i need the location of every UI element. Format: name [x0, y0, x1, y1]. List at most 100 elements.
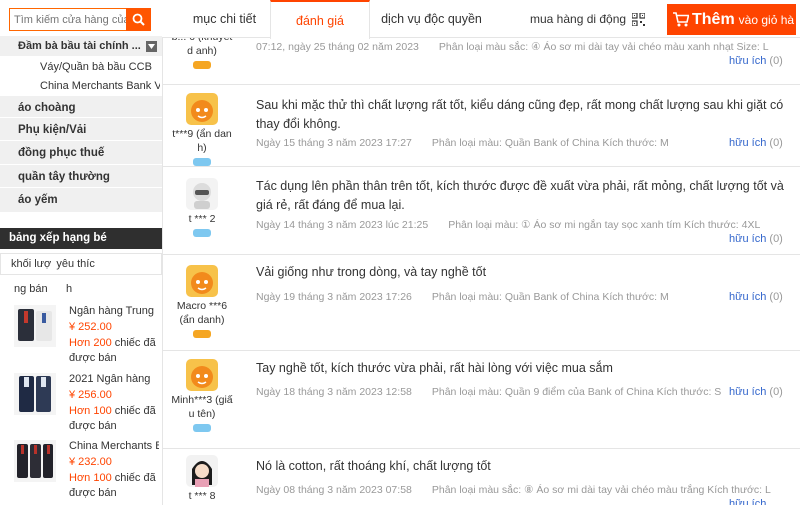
add-to-cart-button[interactable]: Thêm vào giỏ hà — [667, 4, 796, 35]
user-avatar — [186, 359, 218, 391]
review-user: t *** 8 — [171, 455, 233, 503]
product-thumbnail[interactable] — [14, 440, 56, 482]
user-level-badge — [193, 61, 211, 69]
shop-search — [9, 8, 151, 31]
user-avatar — [186, 93, 218, 125]
add-to-cart-label: Thêm — [692, 10, 735, 28]
product-name[interactable]: Ngân hàng Trung — [69, 305, 159, 317]
review-username: Minh***3 (giấu tên) — [171, 394, 233, 420]
product-price: ¥ 256.00 — [69, 389, 112, 401]
product-name[interactable]: China Merchants B — [69, 440, 159, 452]
ranking-item[interactable]: 2021 Ngân hàng ¥ 256.00 Hơn 100 chiếc đã… — [0, 373, 162, 437]
tab-exclusive-service[interactable]: dịch vụ độc quyền — [374, 0, 489, 38]
review-meta: Ngày 08 tháng 3 năm 2023 07:58 Phân loại … — [256, 484, 776, 496]
review-meta: Ngày 18 tháng 3 năm 2023 12:58 Phân loại … — [256, 386, 776, 398]
review-variant: Phân loại màu: Quần Bank of China Kích t… — [431, 137, 669, 149]
mobile-purchase-label: mua hàng di động — [530, 12, 627, 26]
review-username: t***9 (ẩn danh) — [172, 128, 232, 154]
review-text: Vải giống như trong dòng, và tay nghề tố… — [256, 265, 487, 279]
ranking-tab-sales[interactable]: khối lượ — [11, 258, 51, 270]
sales-count: Hơn 100 — [69, 472, 112, 484]
review-meta: Ngày 15 tháng 3 năm 2023 17:27 Phân loại … — [256, 137, 776, 149]
product-price: ¥ 252.00 — [69, 321, 112, 333]
user-level-badge — [193, 229, 211, 237]
ranking-col-fav: h — [66, 283, 73, 295]
shop-search-input[interactable] — [10, 9, 126, 30]
category-header[interactable]: Đầm bà bầu tài chính ... — [0, 36, 162, 56]
review-variant: Phân loại màu: Quần Bank of China Kích t… — [431, 291, 669, 303]
user-avatar — [186, 455, 218, 487]
review-date: Ngày 08 tháng 3 năm 2023 07:58 — [256, 484, 412, 496]
review-date: Ngày 19 tháng 3 năm 2023 17:26 — [256, 291, 412, 303]
user-avatar — [186, 265, 218, 297]
review-text: Sau khi mặc thử thì chất lượng rất tốt, … — [256, 98, 784, 131]
product-price: ¥ 232.00 — [69, 456, 112, 468]
ranking-title: bảng xếp hạng bé — [0, 228, 162, 249]
category-subitem[interactable]: Váy/Quần bà bầu CCB — [40, 61, 160, 73]
useful-button[interactable]: hữu ích (0) — [729, 233, 783, 245]
review-username: t *** 8 — [188, 490, 216, 502]
sales-count: Hơn 100 — [69, 405, 112, 417]
product-sales: Hơn 200 chiếc đã được bán — [69, 336, 159, 366]
ranking-item[interactable]: Ngân hàng Trung ¥ 252.00 Hơn 200 chiếc đ… — [0, 305, 162, 369]
useful-button[interactable]: hữu ích (0) — [729, 291, 783, 303]
category-item[interactable]: Phụ kiện/Vải — [0, 117, 162, 142]
user-avatar — [186, 178, 218, 210]
review-item: t *** 2 Tác dụng lên phần thân trên tốt,… — [163, 166, 800, 254]
useful-button[interactable]: hữu ích (0) — [729, 55, 783, 67]
mobile-purchase[interactable]: mua hàng di động — [530, 0, 646, 38]
review-text: Nó là cotton, rất thoáng khí, chất lượng… — [256, 459, 491, 473]
chevron-down-icon[interactable] — [146, 40, 157, 52]
ranking-tabs: khối lượ yêu thíc — [0, 253, 162, 275]
review-meta: Ngày 19 tháng 3 năm 2023 17:26 Phân loại … — [256, 291, 776, 303]
user-level-badge — [193, 330, 211, 338]
product-thumbnail[interactable] — [14, 305, 56, 347]
product-sales: Hơn 100 chiếc đã được bán — [69, 471, 159, 501]
review-item: t *** 8 Nó là cotton, rất thoáng khí, ch… — [163, 448, 800, 505]
search-icon — [132, 13, 145, 26]
category-subitem[interactable]: China Merchants Bank Vá... — [40, 80, 160, 92]
user-level-badge — [193, 424, 211, 432]
product-name[interactable]: 2021 Ngân hàng — [69, 373, 159, 385]
review-meta: Ngày 14 tháng 3 năm 2023 lúc 21:25 Phân l… — [256, 219, 776, 231]
review-user: Macro ***6 (ẩn danh) — [171, 265, 233, 338]
category-item[interactable]: quần tây thường — [0, 164, 162, 189]
sales-count: Hơn 200 — [69, 337, 112, 349]
tab-reviews[interactable]: đánh giá — [270, 0, 370, 39]
cart-icon — [673, 12, 689, 27]
review-user: t***9 (ẩn danh) — [171, 93, 233, 166]
review-variant: Phân loại màu sắc: ⑧ Áo sơ mi dài tay vả… — [431, 484, 771, 496]
product-sales: Hơn 100 chiếc đã được bán — [69, 404, 159, 434]
review-variant: Phân loại màu sắc: ④ Áo sơ mi dài tay vả… — [438, 41, 769, 53]
review-item: t***9 (ẩn danh) Sau khi mặc thử thì chất… — [163, 84, 800, 166]
review-variant: Phân loại màu: ① Áo sơ mi ngắn tay sọc x… — [448, 219, 761, 231]
shop-sidebar: Đầm bà bầu tài chính ... Váy/Quần bà bầu… — [0, 0, 162, 505]
useful-button[interactable]: hữu ích (0) — [729, 386, 783, 398]
review-variant: Phân loại màu: Quần 9 điểm của Bank of C… — [431, 386, 722, 398]
review-date: Ngày 18 tháng 3 năm 2023 12:58 — [256, 386, 412, 398]
review-user: t *** 2 — [171, 178, 233, 237]
review-user: Minh***3 (giấu tên) — [171, 359, 233, 432]
search-button[interactable] — [126, 8, 151, 31]
review-date: 07:12, ngày 25 tháng 02 năm 2023 — [256, 41, 419, 53]
qr-code-icon — [632, 12, 646, 26]
review-text: Tay nghề tốt, kích thước vừa phải, rất h… — [256, 361, 613, 375]
review-username: t *** 2 — [188, 213, 216, 225]
category-header-label: Đầm bà bầu tài chính ... — [18, 40, 141, 52]
category-item[interactable]: đồng phục thuế — [0, 140, 162, 165]
review-text: Tác dụng lên phần thân trên tốt, kích th… — [256, 179, 784, 212]
category-item[interactable]: áo yếm — [0, 187, 162, 212]
tab-details[interactable]: mục chi tiết — [182, 0, 267, 38]
product-tab-bar: mục chi tiết đánh giá dịch vụ độc quyền … — [162, 0, 800, 39]
review-date: Ngày 15 tháng 3 năm 2023 17:27 — [256, 137, 412, 149]
review-username: Macro ***6 (ẩn danh) — [176, 300, 228, 326]
product-thumbnail[interactable] — [14, 373, 56, 415]
ranking-item[interactable]: China Merchants B ¥ 232.00 Hơn 100 chiếc… — [0, 440, 162, 504]
add-to-cart-sublabel: vào giỏ hà — [738, 12, 795, 27]
useful-button[interactable]: hữu ích — [729, 498, 766, 505]
ranking-tab-favorites[interactable]: yêu thíc — [56, 258, 95, 270]
review-item: Minh***3 (giấu tên) Tay nghề tốt, kích t… — [163, 350, 800, 448]
review-date: Ngày 14 tháng 3 năm 2023 lúc 21:25 — [256, 219, 429, 231]
useful-button[interactable]: hữu ích (0) — [729, 137, 783, 149]
ranking-col-sold: ng bán — [14, 283, 48, 295]
